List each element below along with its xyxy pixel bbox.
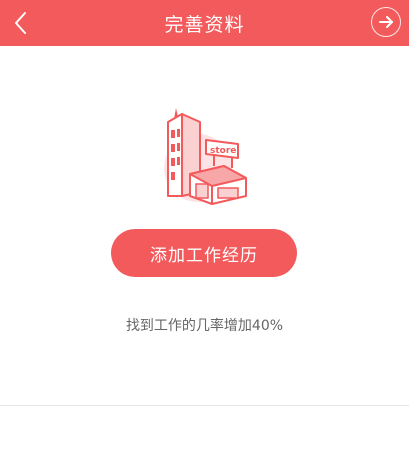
- store-building-illustration: store: [150, 100, 260, 210]
- next-button[interactable]: [371, 7, 401, 37]
- top-navbar: 完善资料: [0, 0, 409, 46]
- arrow-right-icon: [379, 16, 393, 28]
- back-button[interactable]: [4, 6, 38, 40]
- store-sign-label: store: [210, 146, 236, 156]
- chevron-left-icon: [15, 12, 26, 34]
- hint-text: 找到工作的几率增加40%: [125, 318, 284, 334]
- store-building-icon: store: [164, 108, 247, 205]
- page-title: 完善资料: [164, 13, 245, 36]
- add-work-experience-button[interactable]: 添加工作经历: [111, 229, 297, 277]
- divider: [0, 405, 409, 406]
